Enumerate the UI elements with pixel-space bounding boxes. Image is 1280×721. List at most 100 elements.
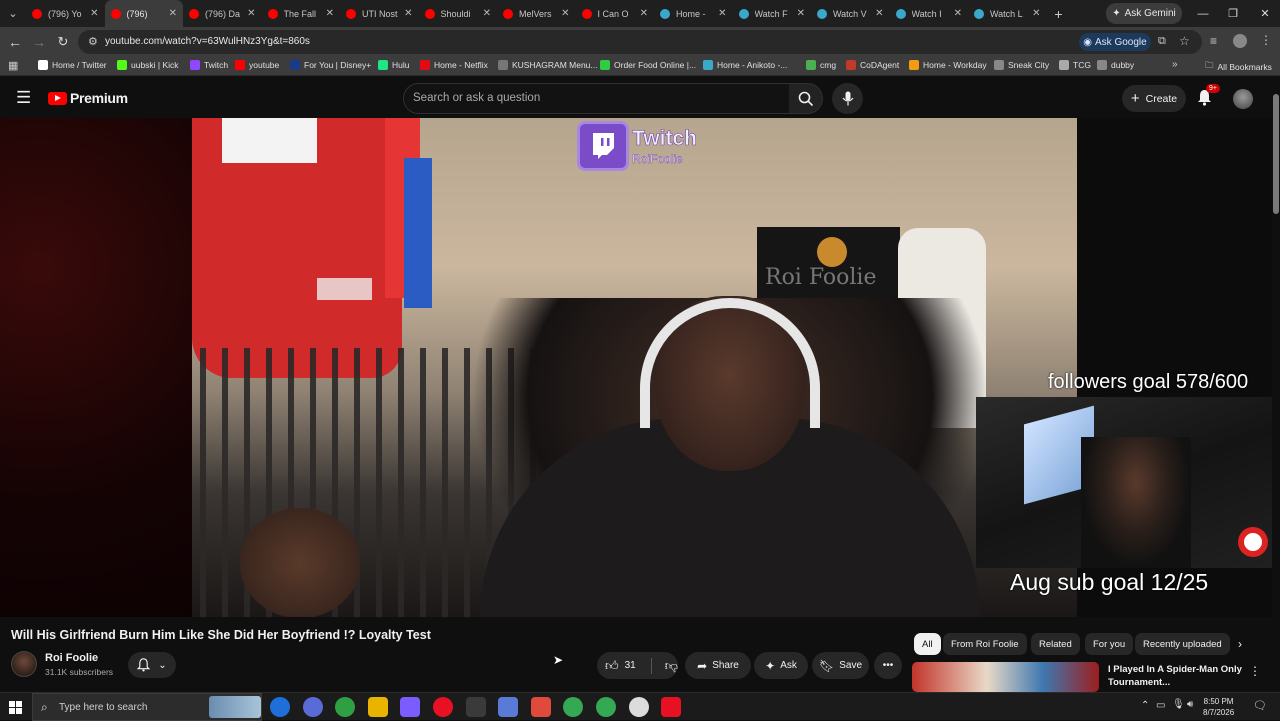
bookmark-item[interactable]: cmg <box>806 60 836 70</box>
filter-chip[interactable]: All <box>914 633 941 655</box>
guide-menu-icon[interactable]: ☰ <box>16 88 31 108</box>
volume-icon[interactable]: 🔊︎ <box>1187 699 1193 710</box>
browser-tab[interactable]: Watch I ✕ <box>890 0 969 27</box>
close-window-button[interactable]: ✕ <box>1250 0 1280 27</box>
apps-grid-icon[interactable]: ▦ <box>8 59 18 72</box>
search-input[interactable]: Search or ask a question <box>403 83 790 114</box>
app-icon[interactable] <box>530 697 551 717</box>
obs-app-icon[interactable] <box>465 697 486 717</box>
bookmark-item[interactable]: Home / Twitter <box>38 60 107 70</box>
bookmark-item[interactable]: dubby <box>1097 60 1134 70</box>
bookmarks-overflow-icon[interactable]: » <box>1172 59 1178 70</box>
recommended-title[interactable]: I Played In A Spider-Man Only Tournament… <box>1108 663 1248 689</box>
file-explorer-icon[interactable] <box>367 697 388 717</box>
bookmark-item[interactable]: Home - Anikoto -... <box>703 60 787 70</box>
browser-tab[interactable]: Watch L ✕ <box>968 0 1047 27</box>
youtube-logo[interactable]: Premium <box>48 90 128 106</box>
youtube-app-icon[interactable] <box>433 697 453 717</box>
all-bookmarks-button[interactable]: 🗀 All Bookmarks <box>1205 60 1272 74</box>
bookmark-item[interactable]: KUSHAGRAM Menu... <box>498 60 598 70</box>
ask-gemini-button[interactable]: ✦ Ask Gemini <box>1106 3 1182 24</box>
tab-close-icon[interactable]: ✕ <box>483 8 491 19</box>
chrome-app-icon[interactable] <box>335 697 356 717</box>
browser-tab[interactable]: Shouldi ✕ <box>419 0 498 27</box>
tab-close-icon[interactable]: ✕ <box>875 8 883 19</box>
site-info-icon[interactable]: ⚙ <box>88 35 98 48</box>
url-text[interactable]: youtube.com/watch?v=63WulHNz3Yg&t=860s <box>105 36 310 47</box>
system-tray-chevron-icon[interactable]: ⌃ <box>1141 700 1149 711</box>
profile-avatar[interactable] <box>1233 34 1247 48</box>
search-button[interactable] <box>789 83 823 114</box>
tab-search-dropdown-icon[interactable]: ⌄ <box>0 0 26 27</box>
filter-chip[interactable]: From Roi Foolie <box>943 633 1027 655</box>
tab-close-icon[interactable]: ✕ <box>404 8 412 19</box>
edge-app-icon[interactable] <box>270 697 290 717</box>
install-app-icon[interactable]: ⧉ <box>1158 35 1166 48</box>
bookmark-item[interactable]: youtube <box>235 60 279 70</box>
restore-button[interactable]: ❐ <box>1218 0 1248 27</box>
browser-tab[interactable]: (796) Da ✕ <box>183 0 262 27</box>
new-tab-button[interactable]: + <box>1047 6 1071 22</box>
tab-close-icon[interactable]: ✕ <box>561 8 569 19</box>
browser-tab[interactable]: Watch V ✕ <box>811 0 890 27</box>
bookmark-item[interactable]: Sneak City <box>994 60 1049 70</box>
recommended-menu-icon[interactable]: ⋮ <box>1249 664 1261 678</box>
bookmark-item[interactable]: For You | Disney+ <box>290 60 371 70</box>
bookmark-item[interactable]: Twitch <box>190 60 228 70</box>
channel-avatar[interactable] <box>11 651 37 677</box>
browser-tab[interactable]: Home - ✕ <box>654 0 733 27</box>
account-avatar[interactable] <box>1233 89 1253 109</box>
browser-menu-icon[interactable]: ⋮ <box>1260 33 1272 47</box>
network-icon[interactable]: ▭ <box>1156 700 1165 711</box>
taskbar-search-input[interactable]: ⌕ Type here to search <box>32 693 262 721</box>
video-player[interactable]: Roi Foolie Twitch RoiFoolie followers go… <box>0 118 1272 617</box>
chrome-app-icon[interactable] <box>596 697 616 717</box>
browser-tab[interactable]: I Can O ✕ <box>576 0 655 27</box>
tab-close-icon[interactable]: ✕ <box>718 8 726 19</box>
subscription-bell-button[interactable]: ⌄ <box>128 652 176 678</box>
more-actions-button[interactable]: ••• <box>874 652 902 679</box>
like-button[interactable]: 👍︎ 31 <box>605 658 636 674</box>
game-app-icon[interactable] <box>400 697 421 717</box>
save-button[interactable]: 🔖︎ Save <box>812 652 869 679</box>
bookmark-item[interactable]: Order Food Online |... <box>600 60 696 70</box>
bookmark-item[interactable]: uubski | Kick <box>117 60 179 70</box>
tab-close-icon[interactable]: ✕ <box>326 8 334 19</box>
filter-chip[interactable]: Recently uploaded <box>1135 633 1230 655</box>
browser-tab[interactable]: (796) ✕ <box>104 0 183 27</box>
tab-close-icon[interactable]: ✕ <box>247 8 255 19</box>
scrollbar-thumb[interactable] <box>1273 94 1279 214</box>
back-button[interactable]: ← <box>3 27 27 57</box>
clock-app-icon[interactable] <box>628 697 649 717</box>
reload-button[interactable]: ↻ <box>51 27 75 57</box>
browser-tab[interactable]: MelVers ✕ <box>497 0 576 27</box>
notification-center-icon[interactable]: 🗨︎ <box>1253 699 1267 712</box>
discord-app-icon[interactable] <box>302 697 323 717</box>
forward-button[interactable]: → <box>27 27 51 57</box>
browser-tab[interactable]: (796) Yo ✕ <box>26 0 105 27</box>
voice-search-button[interactable] <box>832 83 863 114</box>
dislike-button[interactable]: 👎︎ <box>665 658 678 674</box>
ask-google-button[interactable]: ◉ Ask Google <box>1079 33 1151 51</box>
browser-tab[interactable]: Watch F ✕ <box>733 0 812 27</box>
channel-name[interactable]: Roi Foolie <box>45 652 98 664</box>
address-bar[interactable]: ⚙ youtube.com/watch?v=63WulHNz3Yg&t=860s… <box>78 30 1202 54</box>
app-icon[interactable] <box>498 697 519 717</box>
recommended-thumbnail[interactable] <box>912 662 1099 692</box>
tab-close-icon[interactable]: ✕ <box>169 8 177 19</box>
ask-button[interactable]: ✦ Ask <box>754 652 808 679</box>
system-clock[interactable]: 8:50 PM 8/7/2026 <box>1203 696 1234 718</box>
minimize-button[interactable]: — <box>1188 0 1218 27</box>
tab-close-icon[interactable]: ✕ <box>640 8 648 19</box>
chips-next-chevron-icon[interactable]: › <box>1238 637 1242 651</box>
create-button[interactable]: + Create <box>1122 85 1186 112</box>
media-controls-icon[interactable]: ≡ <box>1210 34 1217 48</box>
windows-start-icon[interactable] <box>9 701 22 719</box>
share-button[interactable]: ➦ Share <box>685 652 751 679</box>
bookmark-item[interactable]: Home - Workday <box>909 60 987 70</box>
browser-tab[interactable]: The Fall ✕ <box>262 0 341 27</box>
tab-close-icon[interactable]: ✕ <box>1032 8 1040 19</box>
bookmark-star-icon[interactable]: ☆ <box>1179 34 1190 48</box>
filter-chip[interactable]: Related <box>1031 633 1080 655</box>
tab-close-icon[interactable]: ✕ <box>90 8 98 19</box>
